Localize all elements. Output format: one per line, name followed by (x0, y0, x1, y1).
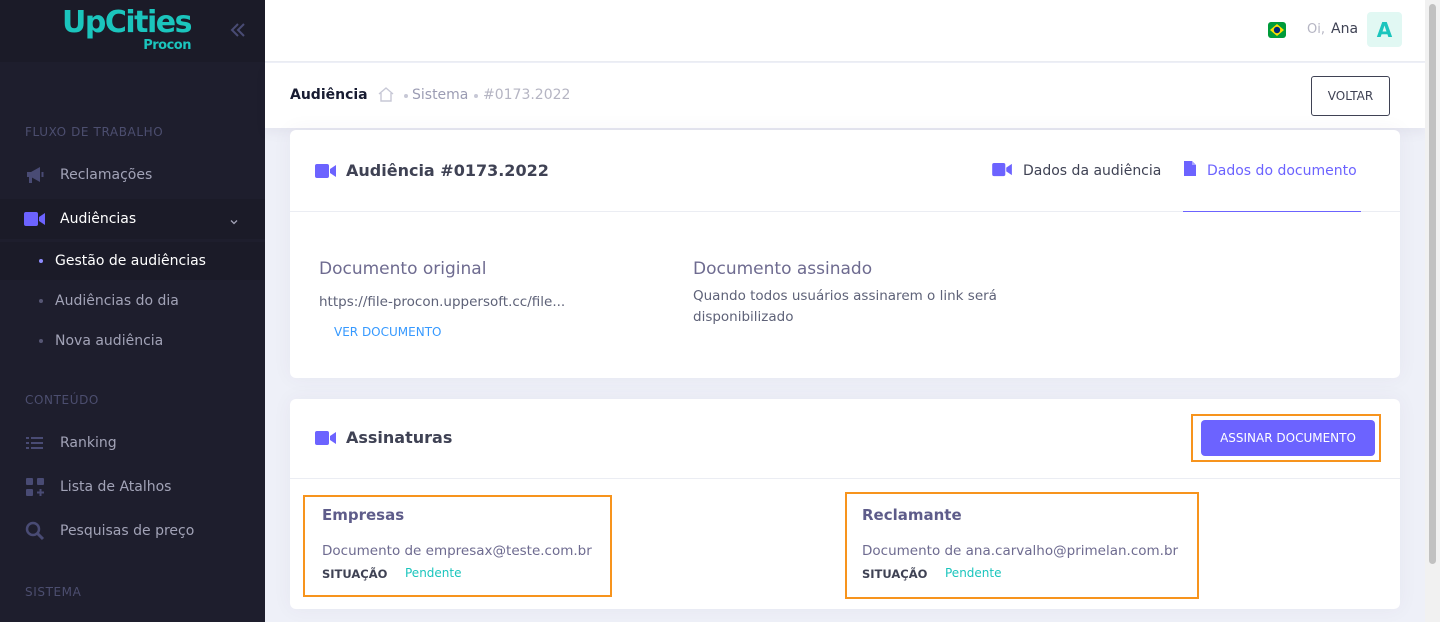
avatar[interactable]: A (1367, 12, 1402, 47)
section-fluxo: FLUXO DE TRABALHO (25, 125, 164, 139)
scrollbar-thumb[interactable] (1429, 4, 1436, 564)
sidebar-subitem-dia[interactable]: Audiências do dia (0, 282, 265, 320)
logo-name: UpCities (62, 5, 192, 40)
breadcrumb-separator (474, 94, 478, 98)
sidebar-item-label: Audiências (60, 211, 137, 227)
original-doc-url: https://file-procon.uppersoft.cc/file... (319, 294, 566, 310)
signed-doc-text: Quando todos usuários assinarem o link s… (693, 288, 997, 325)
party-doc-reclamante: Documento de ana.carvalho@primelan.com.b… (862, 543, 1179, 559)
chevron-down-icon (229, 212, 239, 231)
tab-dados-audiencia[interactable]: Dados da audiência (992, 130, 1161, 212)
party-title-empresas: Empresas (322, 506, 405, 524)
sidebar-subitem-gestao[interactable]: Gestão de audiências (0, 242, 265, 280)
status-badge: Pendente (405, 566, 462, 580)
sidebar-subitem-label: Nova audiência (55, 333, 164, 349)
list-icon (24, 432, 46, 454)
breadcrumb-separator (404, 94, 408, 98)
tab-label: Dados da audiência (1023, 163, 1162, 179)
party-doc-empresas: Documento de empresax@teste.com.br (322, 543, 592, 559)
section-conteudo: CONTEÚDO (25, 393, 99, 407)
status-badge: Pendente (945, 566, 1002, 580)
brazil-flag-icon[interactable] (1268, 22, 1286, 38)
video-camera-icon (24, 208, 46, 230)
sidebar-item-label: Reclamações (60, 167, 153, 183)
search-icon (24, 520, 46, 542)
card-title: Assinaturas (346, 428, 453, 447)
sidebar-item-reclamacoes[interactable]: Reclamações (0, 155, 265, 195)
video-camera-icon (992, 162, 1013, 181)
subheader: Audiência Sistema #0173.2022 VOLTAR (265, 63, 1425, 128)
breadcrumb-current: #0173.2022 (483, 87, 571, 103)
sidebar-item-atalhos[interactable]: Lista de Atalhos (0, 467, 265, 507)
sign-document-button[interactable]: ASSINAR DOCUMENTO (1201, 420, 1375, 456)
logo-sub: Procon (143, 38, 191, 53)
bullet-icon (39, 259, 43, 263)
party-title-reclamante: Reclamante (862, 506, 962, 524)
breadcrumb-sistema[interactable]: Sistema (412, 87, 468, 103)
back-button[interactable]: VOLTAR (1311, 76, 1390, 116)
sidebar-subitem-label: Gestão de audiências (55, 253, 206, 269)
document-icon (1183, 160, 1197, 181)
sidebar-item-ranking[interactable]: Ranking (0, 423, 265, 463)
sidebar-item-label: Ranking (60, 435, 117, 451)
sidebar-item-label: Pesquisas de preço (60, 523, 195, 539)
sidebar-subitem-nova[interactable]: Nova audiência (0, 322, 265, 360)
card-title: Audiência #0173.2022 (346, 161, 549, 180)
section-sistema: SISTEMA (25, 585, 82, 599)
brand-area: UpCities Procon (0, 0, 265, 62)
sidebar-subitem-label: Audiências do dia (55, 293, 179, 309)
sidebar-item-audiencias[interactable]: Audiências (0, 199, 265, 239)
top-header: Oi, Ana A (265, 0, 1425, 62)
sidebar: UpCities Procon FLUXO DE TRABALHO Reclam… (0, 0, 265, 622)
tab-label: Dados do documento (1207, 162, 1357, 179)
shortcuts-icon (24, 476, 46, 498)
card-header: Audiência #0173.2022 Dados da audiência … (290, 130, 1400, 212)
megaphone-icon (24, 164, 46, 186)
audiencia-card: Audiência #0173.2022 Dados da audiência … (290, 130, 1400, 378)
signed-doc-heading: Documento assinado (693, 259, 873, 279)
bullet-icon (39, 299, 43, 303)
video-camera-icon (315, 163, 337, 183)
status-label: SITUAÇÃO (322, 567, 388, 581)
page-title: Audiência (290, 87, 368, 103)
home-icon[interactable] (377, 86, 395, 107)
logo[interactable]: UpCities Procon (62, 5, 192, 54)
sidebar-item-pesquisas[interactable]: Pesquisas de preço (0, 511, 265, 551)
video-camera-icon (315, 430, 337, 450)
tab-dados-documento[interactable]: Dados do documento (1183, 130, 1361, 212)
collapse-sidebar-icon[interactable] (228, 18, 248, 42)
greeting-text: Oi, (1307, 22, 1325, 37)
status-label: SITUAÇÃO (862, 567, 928, 581)
original-doc-heading: Documento original (319, 259, 487, 279)
sidebar-item-label: Lista de Atalhos (60, 479, 172, 495)
bullet-icon (39, 339, 43, 343)
view-document-link[interactable]: VER DOCUMENTO (334, 325, 441, 339)
card-header: Assinaturas ASSINAR DOCUMENTO (290, 399, 1400, 479)
user-name[interactable]: Ana (1331, 21, 1358, 37)
assinaturas-card: Assinaturas ASSINAR DOCUMENTO Empresas D… (290, 399, 1400, 609)
